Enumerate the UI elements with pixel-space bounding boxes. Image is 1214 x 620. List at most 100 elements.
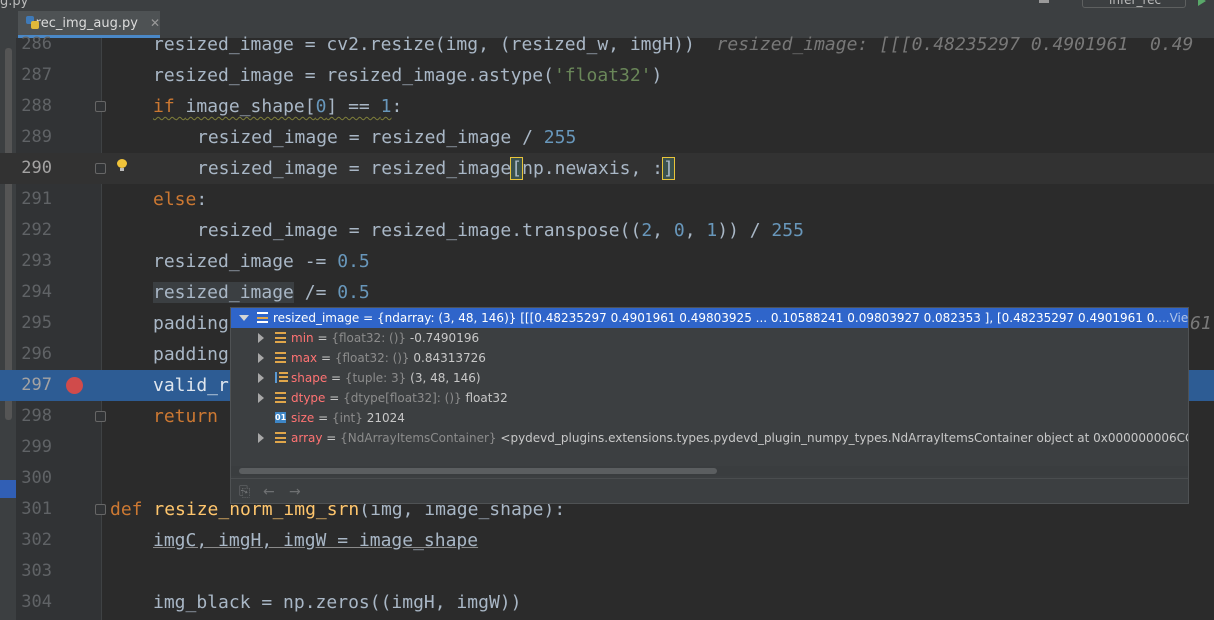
variable-row-max[interactable]: max = {float32: ()} 0.84313726 (231, 348, 1188, 368)
expand-arrow-icon[interactable] (258, 433, 264, 443)
code-line-303[interactable]: 303 (0, 556, 1214, 587)
back-arrow-icon[interactable]: ← (263, 484, 275, 500)
code-text: resized_image -= 0.5 (153, 251, 370, 272)
line-number: 291 (21, 189, 52, 209)
code-line-302[interactable]: 302 imgC, imgH, imgW = image_shape (0, 525, 1214, 556)
code-line-286[interactable]: 286 resized_image = cv2.resize(img, (res… (0, 29, 1214, 60)
fold-marker-icon[interactable] (95, 163, 106, 174)
variable-row-resized-image[interactable]: resized_image = {ndarray: (3, 48, 146)} … (231, 308, 1188, 328)
variable-row-text: resized_image = {ndarray: (3, 48, 146)} … (273, 308, 1188, 328)
matched-bracket: [ (510, 157, 524, 180)
variable-row-dtype[interactable]: dtype = {dtype[float32]: ()} float32 (231, 388, 1188, 408)
code-line-287[interactable]: 287 resized_image = resized_image.astype… (0, 60, 1214, 91)
line-number: 300 (21, 468, 52, 488)
line-number: 290 (21, 158, 52, 178)
inline-value-hint: resized_image: [[[0.48235297 0.4901961 0… (716, 34, 1194, 55)
breakpoint-icon[interactable] (66, 377, 83, 394)
code-text: valid_r (153, 375, 229, 396)
field-icon (275, 352, 286, 363)
variable-row-array[interactable]: array = {NdArrayItemsContainer} <pydevd_… (231, 428, 1188, 448)
code-text: padding (153, 313, 229, 334)
variable-row-shape[interactable]: shape = {tuple: 3} (3, 48, 146) (231, 368, 1188, 388)
code-text: resized_image /= 0.5 (153, 282, 370, 303)
field-icon (275, 432, 286, 443)
line-number: 298 (21, 406, 52, 426)
run-icon[interactable] (1198, 0, 1206, 6)
highlighted-identifier: resized_image (153, 282, 294, 303)
variable-row-text: max = {float32: ()} 0.84313726 (291, 351, 486, 365)
code-text: else: (153, 189, 208, 210)
line-number: 297 (21, 375, 52, 395)
line-number: 288 (21, 96, 52, 116)
code-text: resized_image = resized_image.transpose(… (197, 220, 804, 241)
fold-marker-icon[interactable] (95, 101, 106, 112)
line-number: 287 (21, 65, 52, 85)
line-number: 294 (21, 282, 52, 302)
previous-tab-fragment[interactable]: g.py (0, 0, 28, 9)
line-number: 296 (21, 344, 52, 364)
code-line-304[interactable]: 304 img_black = np.zeros((imgH, imgW)) (0, 587, 1214, 618)
expand-arrow-icon[interactable] (258, 353, 264, 363)
code-text: imgC, imgH, imgW = image_shape (153, 530, 479, 551)
int-icon: 01 (275, 412, 287, 423)
code-line-291[interactable]: 291 else: (0, 184, 1214, 215)
python-file-icon (26, 16, 38, 30)
variable-type: {ndarray: (3, 48, 146)} (377, 311, 517, 325)
code-text: resized_image = cv2.resize(img, (resized… (153, 34, 1194, 55)
code-text: if image_shape[0] == 1: (153, 96, 403, 117)
popup-horizontal-scrollbar-thumb[interactable] (239, 468, 717, 474)
code-text: padding (153, 344, 229, 365)
code-text: return (153, 406, 219, 427)
forward-arrow-icon[interactable]: → (289, 484, 301, 500)
code-line-292[interactable]: 292 resized_image = resized_image.transp… (0, 215, 1214, 246)
expand-arrow-icon[interactable] (258, 373, 264, 383)
variable-row-text: shape = {tuple: 3} (3, 48, 146) (291, 371, 481, 385)
fold-marker-icon[interactable] (95, 504, 106, 515)
line-number: 299 (21, 437, 52, 457)
line-number: 289 (21, 127, 52, 147)
field-icon (275, 392, 286, 403)
lightbulb-icon[interactable] (117, 159, 127, 171)
line-number: 295 (21, 313, 52, 333)
line-number: 303 (21, 561, 52, 581)
code-text: resized_image = resized_image / 255 (197, 127, 577, 148)
expand-arrow-icon[interactable] (258, 333, 264, 343)
line-number: 304 (21, 592, 52, 612)
line-number: 301 (21, 499, 52, 519)
run-configuration-dropdown[interactable]: infer_rec (1082, 0, 1186, 8)
pin-to-editor-icon[interactable]: ⎘ (239, 484, 250, 500)
line-number: 292 (21, 220, 52, 240)
fold-marker-icon[interactable] (95, 411, 106, 422)
code-line-290[interactable]: 290 resized_image = resized_image[np.new… (0, 153, 1214, 184)
user-icon[interactable] (1039, 0, 1049, 3)
matched-bracket: ] (662, 157, 675, 180)
variable-name: resized_image (273, 311, 360, 325)
variable-row-size[interactable]: 01 size = {int} 21024 (231, 408, 1188, 428)
field-icon (275, 332, 286, 343)
view-as-array-link[interactable]: ...View as Array (1158, 311, 1188, 325)
inline-value-hint: 61 (1190, 313, 1212, 334)
variable-row-text: dtype = {dtype[float32]: ()} float32 (291, 391, 508, 405)
line-number: 302 (21, 530, 52, 550)
code-line-289[interactable]: 289 resized_image = resized_image / 255 (0, 122, 1214, 153)
code-line-293[interactable]: 293 resized_image -= 0.5 (0, 246, 1214, 277)
ndarray-icon (257, 312, 268, 323)
variable-row-text: size = {int} 21024 (291, 411, 405, 425)
collapse-arrow-icon[interactable] (239, 315, 249, 321)
debug-value-popup[interactable]: resized_image = {ndarray: (3, 48, 146)} … (230, 307, 1189, 504)
line-number: 293 (21, 251, 52, 271)
code-text: resized_image = resized_image.astype('fl… (153, 65, 663, 86)
variable-value: [[[0.48235297 0.4901961 0.49803925 ... 0… (516, 311, 1159, 325)
line-number: 286 (21, 34, 52, 54)
code-line-294[interactable]: 294 resized_image /= 0.5 (0, 277, 1214, 308)
tuple-icon (275, 372, 288, 383)
expand-arrow-icon[interactable] (258, 393, 264, 403)
code-line-288[interactable]: 288 if image_shape[0] == 1: (0, 91, 1214, 122)
variable-row-text: min = {float32: ()} -0.7490196 (291, 331, 480, 345)
code-text: img_black = np.zeros((imgH, imgW)) (153, 592, 522, 613)
close-icon[interactable]: ✕ (150, 16, 160, 30)
code-text: resized_image = resized_image[np.newaxis… (197, 157, 675, 180)
variable-row-text: array = {NdArrayItemsContainer} <pydevd_… (291, 431, 1188, 445)
variable-row-min[interactable]: min = {float32: ()} -0.7490196 (231, 328, 1188, 348)
popup-toolbar: ⎘ ← → (231, 478, 1188, 504)
